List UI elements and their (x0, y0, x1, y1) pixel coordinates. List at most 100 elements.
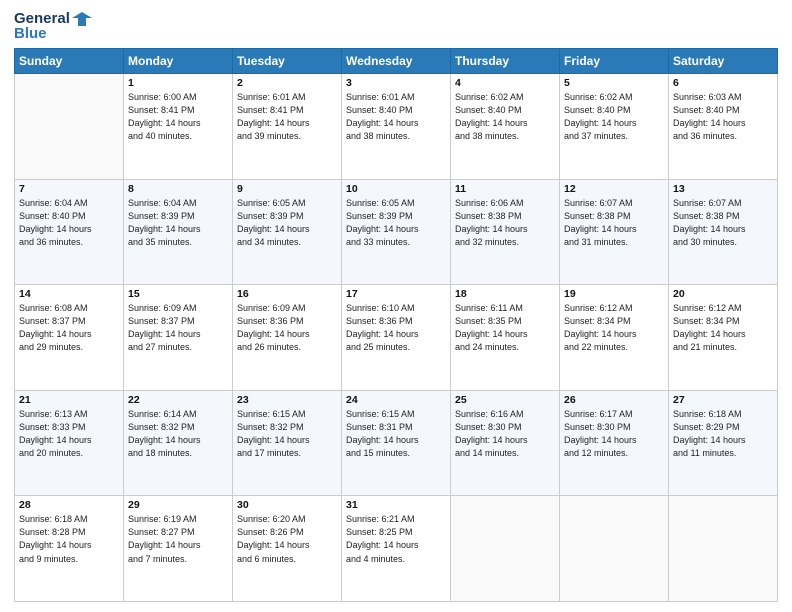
calendar-cell: 7Sunrise: 6:04 AM Sunset: 8:40 PM Daylig… (15, 179, 124, 285)
day-info: Sunrise: 6:15 AM Sunset: 8:31 PM Dayligh… (346, 408, 446, 460)
calendar-cell: 2Sunrise: 6:01 AM Sunset: 8:41 PM Daylig… (233, 74, 342, 180)
day-number: 28 (19, 499, 119, 511)
col-header-monday: Monday (124, 49, 233, 74)
day-info: Sunrise: 6:14 AM Sunset: 8:32 PM Dayligh… (128, 408, 228, 460)
calendar-cell: 9Sunrise: 6:05 AM Sunset: 8:39 PM Daylig… (233, 179, 342, 285)
day-number: 6 (673, 77, 773, 89)
day-number: 29 (128, 499, 228, 511)
calendar-cell: 29Sunrise: 6:19 AM Sunset: 8:27 PM Dayli… (124, 496, 233, 602)
day-number: 31 (346, 499, 446, 511)
day-number: 11 (455, 183, 555, 195)
day-number: 4 (455, 77, 555, 89)
day-number: 13 (673, 183, 773, 195)
day-info: Sunrise: 6:07 AM Sunset: 8:38 PM Dayligh… (673, 197, 773, 249)
day-number: 12 (564, 183, 664, 195)
logo-blue: Blue (14, 25, 47, 42)
day-number: 27 (673, 394, 773, 406)
day-info: Sunrise: 6:09 AM Sunset: 8:36 PM Dayligh… (237, 302, 337, 354)
day-info: Sunrise: 6:15 AM Sunset: 8:32 PM Dayligh… (237, 408, 337, 460)
calendar-cell: 24Sunrise: 6:15 AM Sunset: 8:31 PM Dayli… (342, 390, 451, 496)
day-number: 15 (128, 288, 228, 300)
calendar-cell: 5 Sunrise: 6:02 AM Sunset: 8:40 PM Daylig… (560, 74, 669, 180)
day-info: Sunrise: 6:17 AM Sunset: 8:30 PM Dayligh… (564, 408, 664, 460)
day-number: 5 (564, 77, 664, 89)
day-info: Sunrise: 6:13 AM Sunset: 8:33 PM Dayligh… (19, 408, 119, 460)
week-row-5: 28 Sunrise: 6:18 AM Sunset: 8:28 PM Dayli… (15, 496, 778, 602)
calendar-cell: 6 Sunrise: 6:03 AM Sunset: 8:40 PM Daylig… (669, 74, 778, 180)
header-row: SundayMondayTuesdayWednesdayThursdayFrid… (15, 49, 778, 74)
day-number: 18 (455, 288, 555, 300)
week-row-4: 21 Sunrise: 6:13 AM Sunset: 8:33 PM Dayli… (15, 390, 778, 496)
day-info: Sunrise: 6:03 AM Sunset: 8:40 PM Dayligh… (673, 91, 773, 143)
day-number: 10 (346, 183, 446, 195)
day-number: 26 (564, 394, 664, 406)
calendar-cell: 13 Sunrise: 6:07 AM Sunset: 8:38 PM Dayli… (669, 179, 778, 285)
day-info: Sunrise: 6:07 AM Sunset: 8:38 PM Dayligh… (564, 197, 664, 249)
col-header-sunday: Sunday (15, 49, 124, 74)
calendar-cell: 31 Sunrise: 6:21 AM Sunset: 8:25 PM Dayli… (342, 496, 451, 602)
week-row-2: 7Sunrise: 6:04 AM Sunset: 8:40 PM Daylig… (15, 179, 778, 285)
day-info: Sunrise: 6:20 AM Sunset: 8:26 PM Dayligh… (237, 513, 337, 565)
day-number: 30 (237, 499, 337, 511)
day-info: Sunrise: 6:08 AM Sunset: 8:37 PM Dayligh… (19, 302, 119, 354)
week-row-1: 1Sunrise: 6:00 AM Sunset: 8:41 PM Daylig… (15, 74, 778, 180)
logo: General Blue (14, 10, 92, 42)
calendar-cell: 22 Sunrise: 6:14 AM Sunset: 8:32 PM Dayli… (124, 390, 233, 496)
calendar-cell: 23Sunrise: 6:15 AM Sunset: 8:32 PM Dayli… (233, 390, 342, 496)
day-info: Sunrise: 6:18 AM Sunset: 8:28 PM Dayligh… (19, 513, 119, 565)
header: General Blue (14, 10, 778, 42)
calendar-cell (15, 74, 124, 180)
calendar-table: SundayMondayTuesdayWednesdayThursdayFrid… (14, 48, 778, 602)
calendar-cell: 15 Sunrise: 6:09 AM Sunset: 8:37 PM Dayli… (124, 285, 233, 391)
calendar-cell: 25 Sunrise: 6:16 AM Sunset: 8:30 PM Dayli… (451, 390, 560, 496)
day-info: Sunrise: 6:02 AM Sunset: 8:40 PM Dayligh… (455, 91, 555, 143)
col-header-wednesday: Wednesday (342, 49, 451, 74)
calendar-cell: 26 Sunrise: 6:17 AM Sunset: 8:30 PM Dayli… (560, 390, 669, 496)
day-info: Sunrise: 6:01 AM Sunset: 8:40 PM Dayligh… (346, 91, 446, 143)
day-info: Sunrise: 6:02 AM Sunset: 8:40 PM Dayligh… (564, 91, 664, 143)
calendar-cell: 4 Sunrise: 6:02 AM Sunset: 8:40 PM Daylig… (451, 74, 560, 180)
day-info: Sunrise: 6:04 AM Sunset: 8:39 PM Dayligh… (128, 197, 228, 249)
calendar-cell: 12 Sunrise: 6:07 AM Sunset: 8:38 PM Dayli… (560, 179, 669, 285)
day-info: Sunrise: 6:12 AM Sunset: 8:34 PM Dayligh… (564, 302, 664, 354)
day-info: Sunrise: 6:01 AM Sunset: 8:41 PM Dayligh… (237, 91, 337, 143)
calendar-cell (560, 496, 669, 602)
calendar-cell: 20 Sunrise: 6:12 AM Sunset: 8:34 PM Dayli… (669, 285, 778, 391)
day-number: 8 (128, 183, 228, 195)
calendar-cell (451, 496, 560, 602)
day-info: Sunrise: 6:11 AM Sunset: 8:35 PM Dayligh… (455, 302, 555, 354)
day-info: Sunrise: 6:06 AM Sunset: 8:38 PM Dayligh… (455, 197, 555, 249)
col-header-thursday: Thursday (451, 49, 560, 74)
logo-text-block: General Blue (14, 10, 92, 42)
day-info: Sunrise: 6:05 AM Sunset: 8:39 PM Dayligh… (346, 197, 446, 249)
calendar-cell: 21 Sunrise: 6:13 AM Sunset: 8:33 PM Dayli… (15, 390, 124, 496)
day-number: 3 (346, 77, 446, 89)
page: General Blue SundayMondayTuesdayWednesda… (0, 0, 792, 612)
day-info: Sunrise: 6:16 AM Sunset: 8:30 PM Dayligh… (455, 408, 555, 460)
calendar-cell: 1Sunrise: 6:00 AM Sunset: 8:41 PM Daylig… (124, 74, 233, 180)
calendar-cell: 8 Sunrise: 6:04 AM Sunset: 8:39 PM Daylig… (124, 179, 233, 285)
day-number: 21 (19, 394, 119, 406)
day-number: 19 (564, 288, 664, 300)
week-row-3: 14 Sunrise: 6:08 AM Sunset: 8:37 PM Dayli… (15, 285, 778, 391)
day-number: 17 (346, 288, 446, 300)
day-number: 16 (237, 288, 337, 300)
day-info: Sunrise: 6:09 AM Sunset: 8:37 PM Dayligh… (128, 302, 228, 354)
day-number: 25 (455, 394, 555, 406)
day-info: Sunrise: 6:12 AM Sunset: 8:34 PM Dayligh… (673, 302, 773, 354)
logo-bird-icon (72, 12, 92, 26)
calendar-cell: 19 Sunrise: 6:12 AM Sunset: 8:34 PM Dayli… (560, 285, 669, 391)
col-header-tuesday: Tuesday (233, 49, 342, 74)
day-info: Sunrise: 6:04 AM Sunset: 8:40 PM Dayligh… (19, 197, 119, 249)
day-number: 14 (19, 288, 119, 300)
calendar-cell: 27Sunrise: 6:18 AM Sunset: 8:29 PM Dayli… (669, 390, 778, 496)
calendar-cell: 16 Sunrise: 6:09 AM Sunset: 8:36 PM Dayli… (233, 285, 342, 391)
col-header-friday: Friday (560, 49, 669, 74)
day-number: 20 (673, 288, 773, 300)
day-info: Sunrise: 6:21 AM Sunset: 8:25 PM Dayligh… (346, 513, 446, 565)
day-number: 22 (128, 394, 228, 406)
day-number: 1 (128, 77, 228, 89)
calendar-cell: 10 Sunrise: 6:05 AM Sunset: 8:39 PM Dayli… (342, 179, 451, 285)
day-info: Sunrise: 6:05 AM Sunset: 8:39 PM Dayligh… (237, 197, 337, 249)
calendar-cell: 14 Sunrise: 6:08 AM Sunset: 8:37 PM Dayli… (15, 285, 124, 391)
